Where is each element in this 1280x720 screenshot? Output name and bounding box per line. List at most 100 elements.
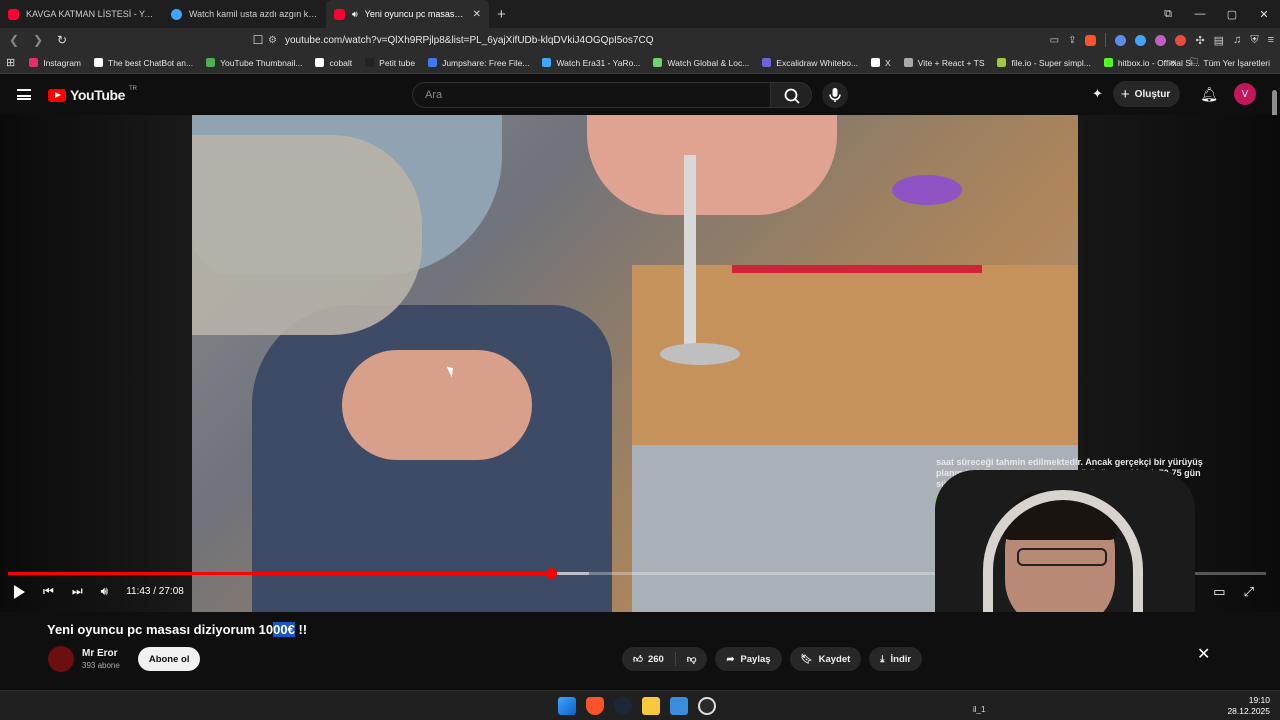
- download-icon: ⤓: [880, 653, 885, 665]
- like-button[interactable]: 👍︎ 260: [622, 647, 675, 671]
- address-bar[interactable]: ⚙ youtube.com/watch?v=QlXh9RPjlp8&list=P…: [268, 30, 988, 50]
- cast-icon[interactable]: ▭: [1050, 35, 1059, 46]
- gemini-sparkle-icon[interactable]: ✦: [1092, 86, 1103, 102]
- ambient-glow-left: [0, 115, 192, 612]
- bookmark-item[interactable]: YouTube Thumbnail...: [206, 58, 302, 68]
- browser-tab-2[interactable]: Watch kamil usta azdı azgın kamil st: [163, 0, 326, 28]
- extensions-icon[interactable]: ⧉: [1152, 8, 1184, 21]
- volume-icon[interactable]: 🔊︎: [101, 584, 109, 599]
- dislike-button[interactable]: 👎︎: [676, 647, 708, 671]
- search-input[interactable]: Ara: [412, 82, 770, 108]
- channel-name[interactable]: Mr Eror: [82, 648, 120, 659]
- youtube-favicon-icon: [334, 8, 345, 20]
- browser-toolbar: ❮ ❯ ↻ ☐ ⚙ youtube.com/watch?v=QlXh9RPjlp…: [0, 28, 1280, 52]
- subscribe-button[interactable]: Abone ol: [137, 647, 201, 671]
- sidebar-icon[interactable]: ▤: [1214, 34, 1224, 47]
- video-info: Yeni oyuncu pc masası diziyorum 1000€ !!…: [0, 612, 1280, 690]
- bookmark-item[interactable]: The best ChatBot an...: [94, 58, 193, 68]
- bookmark-item[interactable]: Excalidraw Whitebo...: [762, 58, 858, 68]
- download-button[interactable]: ⤓ İndir: [869, 647, 923, 671]
- share-button[interactable]: ➦ Paylaş: [715, 647, 782, 671]
- tab-title: Yeni oyuncu pc masası diziyo: [364, 9, 466, 19]
- voice-search-button[interactable]: [822, 82, 848, 108]
- bookmark-label: Watch Era31 - YaRo...: [556, 57, 641, 68]
- youtube-header: YouTube TR Ara ✦ + Oluştur 🔔︎ V: [0, 75, 1280, 115]
- back-icon[interactable]: ❮: [4, 33, 24, 47]
- account-avatar[interactable]: V: [1234, 83, 1257, 105]
- media-icon[interactable]: ♫: [1233, 34, 1241, 46]
- brave-shield-icon[interactable]: [1085, 34, 1097, 46]
- extensions-puzzle-icon[interactable]: ✣: [1195, 34, 1204, 47]
- create-button[interactable]: + Oluştur: [1112, 81, 1181, 107]
- vpn-icon[interactable]: ⛨: [1250, 34, 1258, 47]
- like-count: 260: [647, 653, 664, 665]
- bookmark-label: X: [885, 57, 891, 68]
- next-icon[interactable]: ⏭︎: [72, 584, 83, 599]
- hamburger-menu-icon[interactable]: [17, 89, 31, 100]
- share-page-icon[interactable]: ⇪: [1068, 35, 1076, 46]
- played-bar: [8, 572, 552, 575]
- extension-globe-icon[interactable]: [1135, 34, 1147, 46]
- theater-mode-icon[interactable]: ▭: [1213, 584, 1225, 600]
- file-explorer-icon[interactable]: [642, 697, 660, 715]
- share-arrow-icon: ➦: [726, 653, 735, 665]
- bookmark-item[interactable]: Jumpshare: Free File...: [428, 58, 529, 68]
- channel-avatar[interactable]: [48, 646, 74, 672]
- browser-tab-1[interactable]: KAVGA KATMAN LİSTESİ - YouTube: [0, 0, 163, 28]
- bookmark-item[interactable]: Vite + React + TS: [903, 57, 985, 68]
- clock-time: 19:10: [1248, 695, 1270, 705]
- tab-close-icon[interactable]: ✕: [473, 9, 481, 20]
- bookmark-label: Jumpshare: Free File...: [442, 57, 530, 68]
- play-icon[interactable]: [14, 584, 25, 599]
- bookmarks-overflow-button[interactable]: »: [1170, 57, 1176, 69]
- menu-icon[interactable]: ≡: [1268, 34, 1274, 46]
- extension-color-icon[interactable]: [1175, 34, 1187, 46]
- bookmark-item[interactable]: Watch Global & Loc...: [653, 58, 749, 68]
- bookmark-label: Vite + React + TS: [917, 57, 985, 68]
- windows-start-icon[interactable]: [558, 697, 576, 715]
- obs-icon[interactable]: [698, 697, 716, 715]
- close-window-icon[interactable]: ✕: [1248, 8, 1280, 21]
- bookmark-item[interactable]: Instagram: [29, 58, 81, 68]
- bookmark-item[interactable]: X: [871, 58, 891, 68]
- thumbs-down-icon: 👎︎: [686, 654, 697, 665]
- bookmark-item[interactable]: cobalt: [315, 58, 352, 68]
- youtube-logo[interactable]: YouTube TR: [48, 86, 137, 103]
- time-display: 11:43 / 27:08: [126, 586, 184, 597]
- site-settings-icon[interactable]: ⚙: [268, 35, 277, 46]
- notifications-bell-icon[interactable]: 🔔︎: [1200, 86, 1218, 103]
- apps-grid-icon[interactable]: ⊞: [6, 56, 15, 69]
- search-button[interactable]: [770, 82, 812, 108]
- header-actions: ✦ + Oluştur 🔔︎ V: [1092, 81, 1257, 107]
- controls-left: ⏮︎ ⏭︎ 🔊︎ 11:43 / 27:08: [14, 584, 184, 599]
- window-controls: ⧉ — ▢ ✕: [1152, 0, 1280, 28]
- bookmark-favicon-icon: [94, 58, 104, 67]
- brave-browser-icon[interactable]: [586, 697, 604, 715]
- extension-shield-icon[interactable]: [1155, 34, 1167, 46]
- bookmark-page-icon[interactable]: ☐: [248, 33, 268, 47]
- bookmark-favicon-icon: [762, 58, 772, 67]
- bookmark-item[interactable]: Watch Era31 - YaRo...: [542, 58, 640, 68]
- channel-meta: Mr Eror 393 abone: [82, 648, 120, 670]
- system-clock[interactable]: 19:10 28.12.2025: [1227, 695, 1270, 717]
- overlay-close-icon[interactable]: ✕: [1197, 644, 1210, 664]
- save-button[interactable]: 🔖︎ Kaydet: [789, 647, 862, 671]
- bookmark-item[interactable]: file.io - Super simpl...: [997, 58, 1091, 68]
- previous-icon[interactable]: ⏮︎: [43, 584, 54, 599]
- bookmark-item[interactable]: Petit tube: [365, 58, 415, 68]
- steam-icon[interactable]: [614, 697, 632, 715]
- all-bookmarks-button[interactable]: 🗀︎ Tüm Yer İşaretleri: [1190, 56, 1270, 70]
- clock-date: 28.12.2025: [1227, 706, 1270, 716]
- remote-desktop-icon[interactable]: [670, 697, 688, 715]
- fullscreen-icon[interactable]: ⤢: [1244, 584, 1254, 600]
- minimize-icon[interactable]: —: [1184, 8, 1216, 20]
- bookmark-favicon-icon: [903, 58, 913, 67]
- bookmark-favicon-icon: [365, 58, 375, 67]
- extension-wave-icon[interactable]: [1115, 34, 1127, 46]
- forward-icon[interactable]: ❯: [28, 33, 48, 47]
- new-tab-button[interactable]: +: [497, 6, 506, 23]
- reload-icon[interactable]: ↻: [52, 33, 72, 47]
- browser-tab-3-active[interactable]: 🔊︎ Yeni oyuncu pc masası diziyo ✕: [326, 0, 489, 28]
- maximize-icon[interactable]: ▢: [1216, 8, 1248, 21]
- browser-tab-strip: KAVGA KATMAN LİSTESİ - YouTube Watch kam…: [0, 0, 1280, 28]
